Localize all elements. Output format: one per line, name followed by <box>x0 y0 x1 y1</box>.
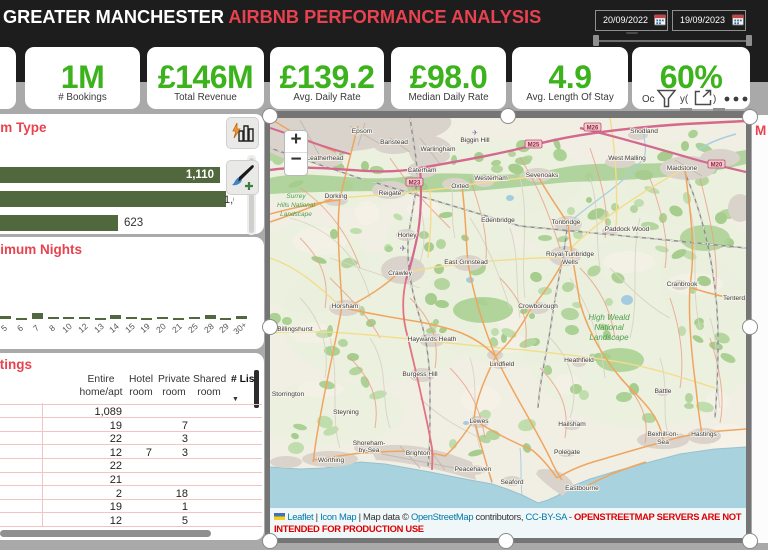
svg-text:Maidstone: Maidstone <box>667 165 698 172</box>
svg-text:Battle: Battle <box>655 388 672 395</box>
svg-text:Burgess Hill: Burgess Hill <box>402 371 438 378</box>
svg-text:Royal Tunbridge: Royal Tunbridge <box>546 251 594 258</box>
svg-text:Billingshurst: Billingshurst <box>277 326 313 333</box>
svg-text:✈: ✈ <box>472 130 478 137</box>
svg-text:Sevenoaks: Sevenoaks <box>526 172 559 179</box>
svg-text:Leatherhead: Leatherhead <box>306 155 343 162</box>
svg-text:Edenbridge: Edenbridge <box>481 217 515 224</box>
svg-text:Hills National: Hills National <box>277 202 315 209</box>
svg-text:Crowborough: Crowborough <box>518 303 558 310</box>
svg-text:M23: M23 <box>409 180 421 186</box>
svg-text:Snodland: Snodland <box>630 128 658 135</box>
svg-text:Hastings: Hastings <box>691 431 717 438</box>
svg-text:Lewes: Lewes <box>469 418 489 425</box>
svg-text:Banstead: Banstead <box>380 139 408 146</box>
svg-text:Brighton: Brighton <box>406 450 431 457</box>
svg-text:✈: ✈ <box>400 244 407 253</box>
svg-text:Shoreham-: Shoreham- <box>353 440 386 447</box>
svg-text:M20: M20 <box>711 162 723 168</box>
svg-text:Seaford: Seaford <box>500 479 523 486</box>
svg-text:Oxted: Oxted <box>451 183 469 190</box>
svg-text:Dorking: Dorking <box>325 193 348 200</box>
svg-text:Warlingham: Warlingham <box>421 146 456 153</box>
svg-text:High Weald: High Weald <box>588 313 630 322</box>
svg-text:Lindfield: Lindfield <box>490 361 515 368</box>
svg-text:Peacehaven: Peacehaven <box>455 466 492 473</box>
svg-text:Wells: Wells <box>562 259 579 266</box>
svg-text:Caterham: Caterham <box>408 167 437 174</box>
svg-text:Tenterd: Tenterd <box>723 295 745 302</box>
svg-text:Reigate: Reigate <box>379 190 402 197</box>
svg-text:Landscape: Landscape <box>589 333 629 342</box>
svg-text:West Malling: West Malling <box>608 155 646 162</box>
svg-text:East Grinstead: East Grinstead <box>444 259 488 266</box>
svg-text:National: National <box>594 323 624 332</box>
svg-text:Westerham: Westerham <box>474 175 508 182</box>
svg-text:Heathfield: Heathfield <box>564 357 594 364</box>
svg-text:Eastbourne: Eastbourne <box>565 485 599 492</box>
svg-text:Hailsham: Hailsham <box>558 421 586 428</box>
svg-text:Worthing: Worthing <box>318 457 345 464</box>
svg-text:Epsom: Epsom <box>352 128 373 135</box>
svg-text:Sea: Sea <box>657 439 669 446</box>
svg-text:Landscape: Landscape <box>280 211 312 218</box>
svg-text:Bexhill-on-: Bexhill-on- <box>647 431 678 438</box>
svg-text:Haywards Heath: Haywards Heath <box>408 336 457 343</box>
svg-text:by-Sea: by-Sea <box>359 447 380 454</box>
svg-text:Paddock Wood: Paddock Wood <box>605 226 650 233</box>
svg-text:Surrey: Surrey <box>286 193 306 200</box>
svg-text:Crawley: Crawley <box>388 270 413 277</box>
svg-text:Steyning: Steyning <box>333 409 359 416</box>
svg-text:Biggin Hill: Biggin Hill <box>460 137 490 144</box>
svg-text:Storrington: Storrington <box>272 391 305 398</box>
svg-text:Horsham: Horsham <box>332 303 359 310</box>
svg-text:Polegate: Polegate <box>554 449 580 456</box>
svg-text:Cranbrook: Cranbrook <box>667 281 698 288</box>
svg-text:M25: M25 <box>528 142 540 148</box>
svg-text:Tonbridge: Tonbridge <box>552 219 581 226</box>
svg-text:Horley: Horley <box>397 232 417 239</box>
svg-text:M26: M26 <box>587 125 599 131</box>
